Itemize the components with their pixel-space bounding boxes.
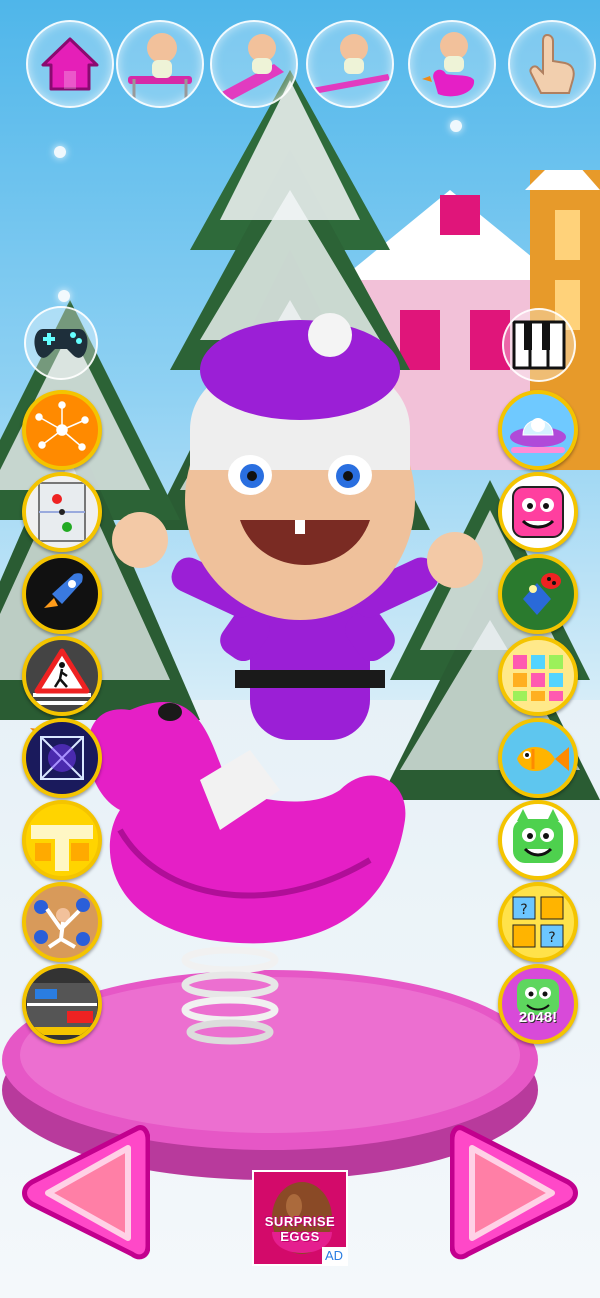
- neon-lines-icon: [40, 736, 84, 780]
- svg-text:?: ?: [548, 930, 555, 946]
- ufo-button[interactable]: [498, 390, 578, 470]
- 2048-monster-icon: [517, 979, 559, 1015]
- candy-match-button[interactable]: [498, 636, 578, 716]
- green-monster-icon: [513, 809, 563, 863]
- fish-button[interactable]: [498, 718, 578, 798]
- memory-cards-icon: ? ?: [512, 896, 564, 948]
- fish-icon: [517, 747, 569, 771]
- road-traffic-icon: [27, 983, 97, 1035]
- snowflake: [450, 120, 462, 132]
- crosswalk-button[interactable]: [22, 636, 102, 716]
- road-button[interactable]: [22, 964, 102, 1044]
- pink-monster-button[interactable]: [498, 472, 578, 552]
- candy-match-icon: [513, 655, 563, 701]
- piano-button[interactable]: [502, 308, 576, 382]
- baby-on-seesaw-icon: [312, 34, 390, 94]
- blocks-button[interactable]: [22, 800, 102, 880]
- touch-button[interactable]: [508, 20, 596, 108]
- ad-banner[interactable]: SURPRISE EGGS AD: [252, 1170, 348, 1266]
- home-icon: [41, 37, 99, 91]
- memory-button[interactable]: ? ?: [498, 882, 578, 962]
- ad-tag: AD: [321, 1247, 346, 1264]
- svg-text:?: ?: [520, 902, 527, 918]
- ufo-icon: [510, 418, 566, 453]
- orange-dots-icon: [35, 401, 89, 451]
- dots-game-button[interactable]: [22, 390, 102, 470]
- gamepad-button[interactable]: [24, 306, 98, 380]
- gamepad-icon: [34, 329, 88, 358]
- left-arrow-icon: [22, 1125, 150, 1260]
- next-arrow-button[interactable]: [450, 1118, 580, 1268]
- previous-arrow-button[interactable]: [20, 1118, 150, 1268]
- baby-character: [112, 313, 483, 830]
- pedestrian-crossing-icon: [33, 648, 91, 705]
- ad-title: SURPRISE EGGS: [264, 1214, 336, 1244]
- acrobat-icon: [34, 898, 90, 949]
- hand-pointer-icon: [529, 33, 575, 94]
- yellow-blocks-icon: [31, 825, 93, 871]
- baby-on-swing-icon: [128, 33, 192, 102]
- green-monster-button[interactable]: [498, 800, 578, 880]
- rocket-icon: [44, 573, 83, 608]
- baby-seesaw-button[interactable]: [306, 20, 394, 108]
- rocket-button[interactable]: [22, 554, 102, 634]
- baby-swing-button[interactable]: [116, 20, 204, 108]
- pink-monster-icon: [512, 486, 564, 538]
- acrobat-button[interactable]: [22, 882, 102, 962]
- air-hockey-icon: [38, 482, 86, 542]
- baby-on-duck-icon: [422, 32, 475, 97]
- 2048-label: 2048!: [518, 1009, 558, 1026]
- home-button[interactable]: [26, 20, 114, 108]
- lines-button[interactable]: [22, 718, 102, 798]
- snowflake: [54, 146, 66, 158]
- 2048-button[interactable]: 2048!: [498, 964, 578, 1044]
- ladybug-icon: [523, 573, 561, 615]
- piano-icon: [512, 320, 566, 370]
- right-arrow-icon: [450, 1125, 578, 1260]
- baby-on-slide-icon: [218, 34, 284, 102]
- air-hockey-button[interactable]: [22, 472, 102, 552]
- baby-duck-button[interactable]: [408, 20, 496, 108]
- baby-slide-button[interactable]: [210, 20, 298, 108]
- snowflake: [58, 290, 70, 302]
- ladybug-button[interactable]: [498, 554, 578, 634]
